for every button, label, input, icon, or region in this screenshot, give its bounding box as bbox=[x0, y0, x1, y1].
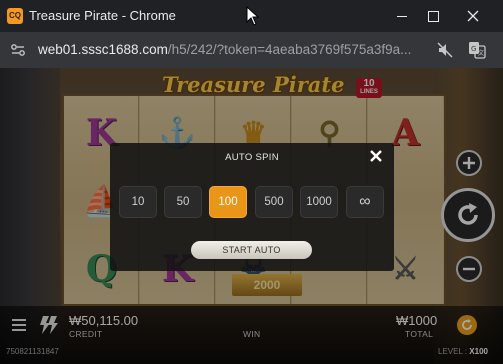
close-window-button[interactable] bbox=[453, 0, 493, 32]
browser-window: CQ Treasure Pirate - Chrome web01.sssc16… bbox=[0, 0, 503, 364]
window-title: Treasure Pirate - Chrome bbox=[29, 8, 176, 23]
url-host: web01.sssc1688.com bbox=[38, 42, 168, 57]
maximize-button[interactable] bbox=[413, 0, 453, 32]
close-dialog-icon[interactable] bbox=[369, 149, 383, 163]
maximize-icon bbox=[427, 10, 439, 22]
title-bar: CQ Treasure Pirate - Chrome bbox=[0, 0, 503, 32]
dialog-title: AUTO SPIN bbox=[225, 152, 279, 163]
svg-text:G: G bbox=[471, 45, 476, 53]
auto-spin-option-50[interactable]: 50 bbox=[164, 186, 202, 218]
game-canvas: K ⛵ Q ⚓ K ♛ ☠ ⚲ A ⚔ 2000 Treasure Pirate bbox=[0, 68, 503, 364]
auto-spin-option-500[interactable]: 500 bbox=[255, 186, 293, 218]
address-bar: web01.sssc1688.com/h5/242/?token=4aeaba3… bbox=[0, 32, 503, 68]
close-icon bbox=[467, 10, 479, 22]
minimize-icon bbox=[397, 15, 407, 17]
auto-spin-option-100[interactable]: 100 bbox=[209, 186, 247, 218]
translate-icon[interactable]: G 文 bbox=[467, 40, 487, 60]
auto-spin-dialog: AUTO SPIN 10 50 100 500 1000 ∞ START AUT… bbox=[110, 143, 394, 271]
start-auto-button[interactable]: START AUTO bbox=[191, 241, 312, 259]
site-settings-icon[interactable] bbox=[9, 41, 27, 59]
svg-text:文: 文 bbox=[478, 49, 484, 57]
app-icon: CQ bbox=[7, 8, 23, 24]
mouse-cursor-icon bbox=[246, 6, 260, 26]
auto-spin-option-10[interactable]: 10 bbox=[119, 186, 157, 218]
url-field[interactable]: web01.sssc1688.com/h5/242/?token=4aeaba3… bbox=[38, 42, 428, 57]
auto-spin-option-infinite[interactable]: ∞ bbox=[346, 186, 384, 218]
muted-tab-icon[interactable] bbox=[436, 41, 454, 59]
url-path: /h5/242/?token=4aeaba3769f575a3f9a... bbox=[167, 42, 412, 57]
auto-spin-option-1000[interactable]: 1000 bbox=[300, 186, 338, 218]
